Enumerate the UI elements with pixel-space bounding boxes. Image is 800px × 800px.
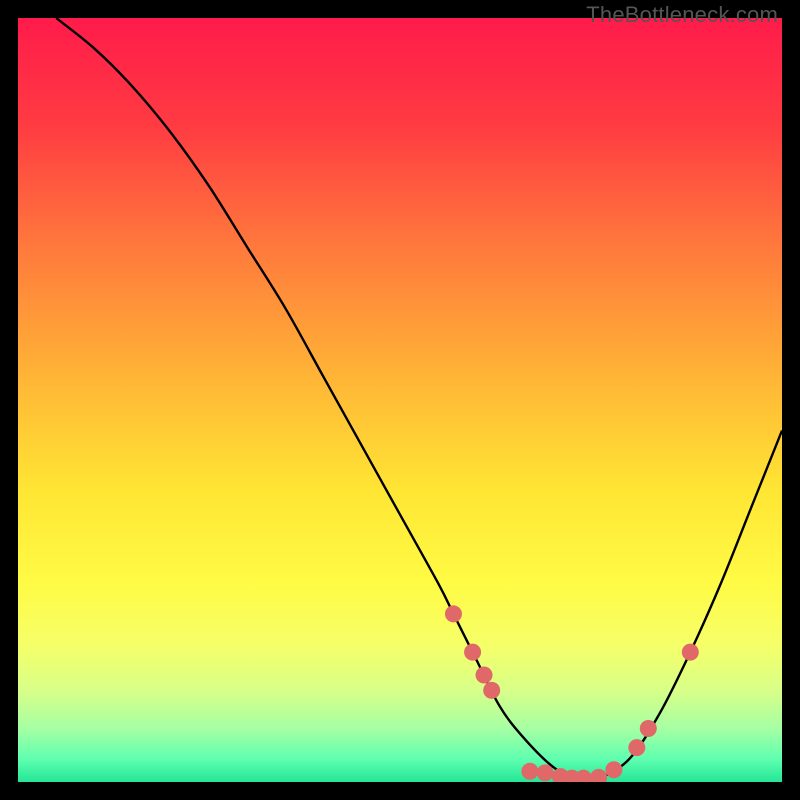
- data-point: [476, 667, 493, 684]
- data-point: [445, 605, 462, 622]
- data-point: [537, 764, 554, 781]
- chart-svg: [18, 18, 782, 782]
- watermark-text: TheBottleneck.com: [586, 2, 778, 28]
- data-point: [628, 739, 645, 756]
- data-point: [521, 763, 538, 780]
- data-point: [464, 644, 481, 661]
- data-point: [640, 720, 657, 737]
- gradient-background: [18, 18, 782, 782]
- chart-frame: [18, 18, 782, 782]
- data-point: [483, 682, 500, 699]
- data-point: [682, 644, 699, 661]
- data-point: [605, 761, 622, 778]
